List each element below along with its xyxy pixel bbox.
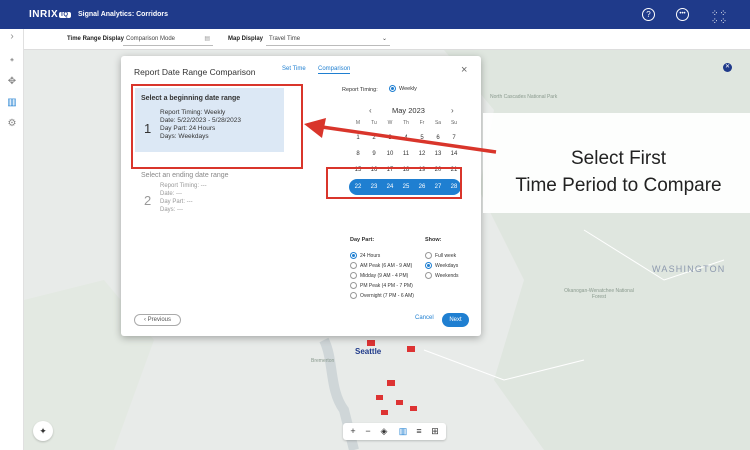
step-2-heading: Select an ending date range — [141, 172, 229, 179]
day-part-option-pm-peak[interactable]: PM Peak (4 PM - 7 PM) — [350, 282, 413, 289]
map-toolbar: + − ◈ ▥ ≡ ⊞ — [343, 423, 446, 440]
day-part-option-midday[interactable]: Midday (9 AM - 4 PM) — [350, 272, 408, 279]
map-label-state: WASHINGTON — [652, 264, 726, 274]
filter-sliders-icon[interactable]: ⊞ — [429, 425, 441, 437]
step-2-daypart: Day Part: --- — [160, 199, 193, 205]
day-part-option-am-peak[interactable]: AM Peak (6 AM - 9 AM) — [350, 262, 412, 269]
step-2-card[interactable]: Select an ending date range 2 Report Tim… — [135, 168, 285, 228]
map-label-park: North Cascades National Park — [490, 94, 558, 100]
expand-chevron-icon[interactable]: › — [6, 31, 18, 43]
map-display-label: Map Display — [228, 36, 264, 42]
day-part-title: Day Part: — [350, 237, 375, 243]
show-option-weekdays[interactable]: Weekdays — [425, 262, 458, 269]
map-label-bremerton: Bremerton — [311, 358, 335, 364]
map-style-button[interactable]: ✦ — [33, 421, 53, 441]
compass-icon[interactable]: ✕ — [723, 63, 732, 72]
inrix-logo[interactable]: INRIX IQ — [29, 9, 71, 20]
step-1-highlight-box — [131, 84, 303, 169]
callout-line-2: Time Period to Compare — [515, 175, 722, 196]
day-part-option-overnight[interactable]: Overnight (7 PM - 6 AM) — [350, 292, 414, 299]
selected-week-highlight-box — [326, 167, 462, 199]
report-timing-weekly-radio[interactable]: Weekly — [389, 85, 417, 92]
app-title: Signal Analytics: Corridors — [78, 11, 168, 18]
time-range-select[interactable]: Comparison Mode ▤ — [123, 32, 213, 46]
step-2-days: Days: --- — [160, 207, 183, 213]
corridors-icon[interactable]: ▥ — [6, 97, 18, 109]
map-view-icon[interactable]: ▥ — [397, 425, 409, 437]
filter-bar: Time Range Display Comparison Mode ▤ Map … — [24, 29, 750, 50]
map-label-seattle: Seattle — [355, 347, 382, 356]
account-icon[interactable]: ••• — [676, 8, 689, 21]
day-part-option-24h[interactable]: 24 Hours — [350, 252, 380, 259]
previous-button[interactable]: ‹ Previous — [134, 314, 181, 326]
step-2-date: Date: --- — [160, 191, 183, 197]
show-title: Show: — [425, 237, 442, 243]
tab-comparison[interactable]: Comparison — [318, 66, 351, 74]
left-sidebar: › ◈ ✥ ▥ ⚙ — [0, 29, 24, 450]
callout-arrow — [304, 118, 497, 154]
apps-grid-icon[interactable]: ⁘⁘ ⁘⁘ — [711, 9, 727, 26]
show-option-weekends[interactable]: Weekends — [425, 272, 459, 279]
chevron-down-icon: ⌄ — [381, 36, 387, 42]
tab-set-time[interactable]: Set Time — [282, 66, 306, 72]
report-timing-label: Report Timing: — [342, 87, 378, 93]
zoom-out-icon[interactable]: − — [362, 425, 374, 437]
layers-icon[interactable]: ◈ — [378, 425, 390, 437]
pin-icon[interactable]: ◈ — [6, 54, 18, 66]
crosshair-icon[interactable]: ✥ — [6, 76, 18, 88]
modal-title: Report Date Range Comparison — [134, 67, 256, 77]
next-button[interactable]: Next — [442, 313, 469, 327]
help-icon[interactable]: ? — [642, 8, 655, 21]
step-2-number: 2 — [144, 193, 152, 208]
cancel-button[interactable]: Cancel — [415, 315, 434, 321]
callout-line-1: Select First — [570, 148, 667, 169]
map-label-forest: Okanogan-Wenatchee National Forest — [564, 288, 634, 300]
time-range-label: Time Range Display — [67, 36, 124, 42]
map-display-select[interactable]: Travel Time ⌄ — [266, 32, 390, 46]
calendar-icon: ▤ — [204, 36, 210, 42]
close-icon[interactable]: × — [461, 64, 467, 76]
top-bar: INRIX IQ Signal Analytics: Corridors ? ••… — [0, 0, 750, 29]
step-2-timing: Report Timing: --- — [160, 183, 207, 189]
zoom-in-icon[interactable]: + — [347, 425, 359, 437]
settings-gear-icon[interactable]: ⚙ — [6, 118, 18, 130]
show-option-full-week[interactable]: Full week — [425, 252, 456, 259]
list-view-icon[interactable]: ≡ — [413, 425, 425, 437]
